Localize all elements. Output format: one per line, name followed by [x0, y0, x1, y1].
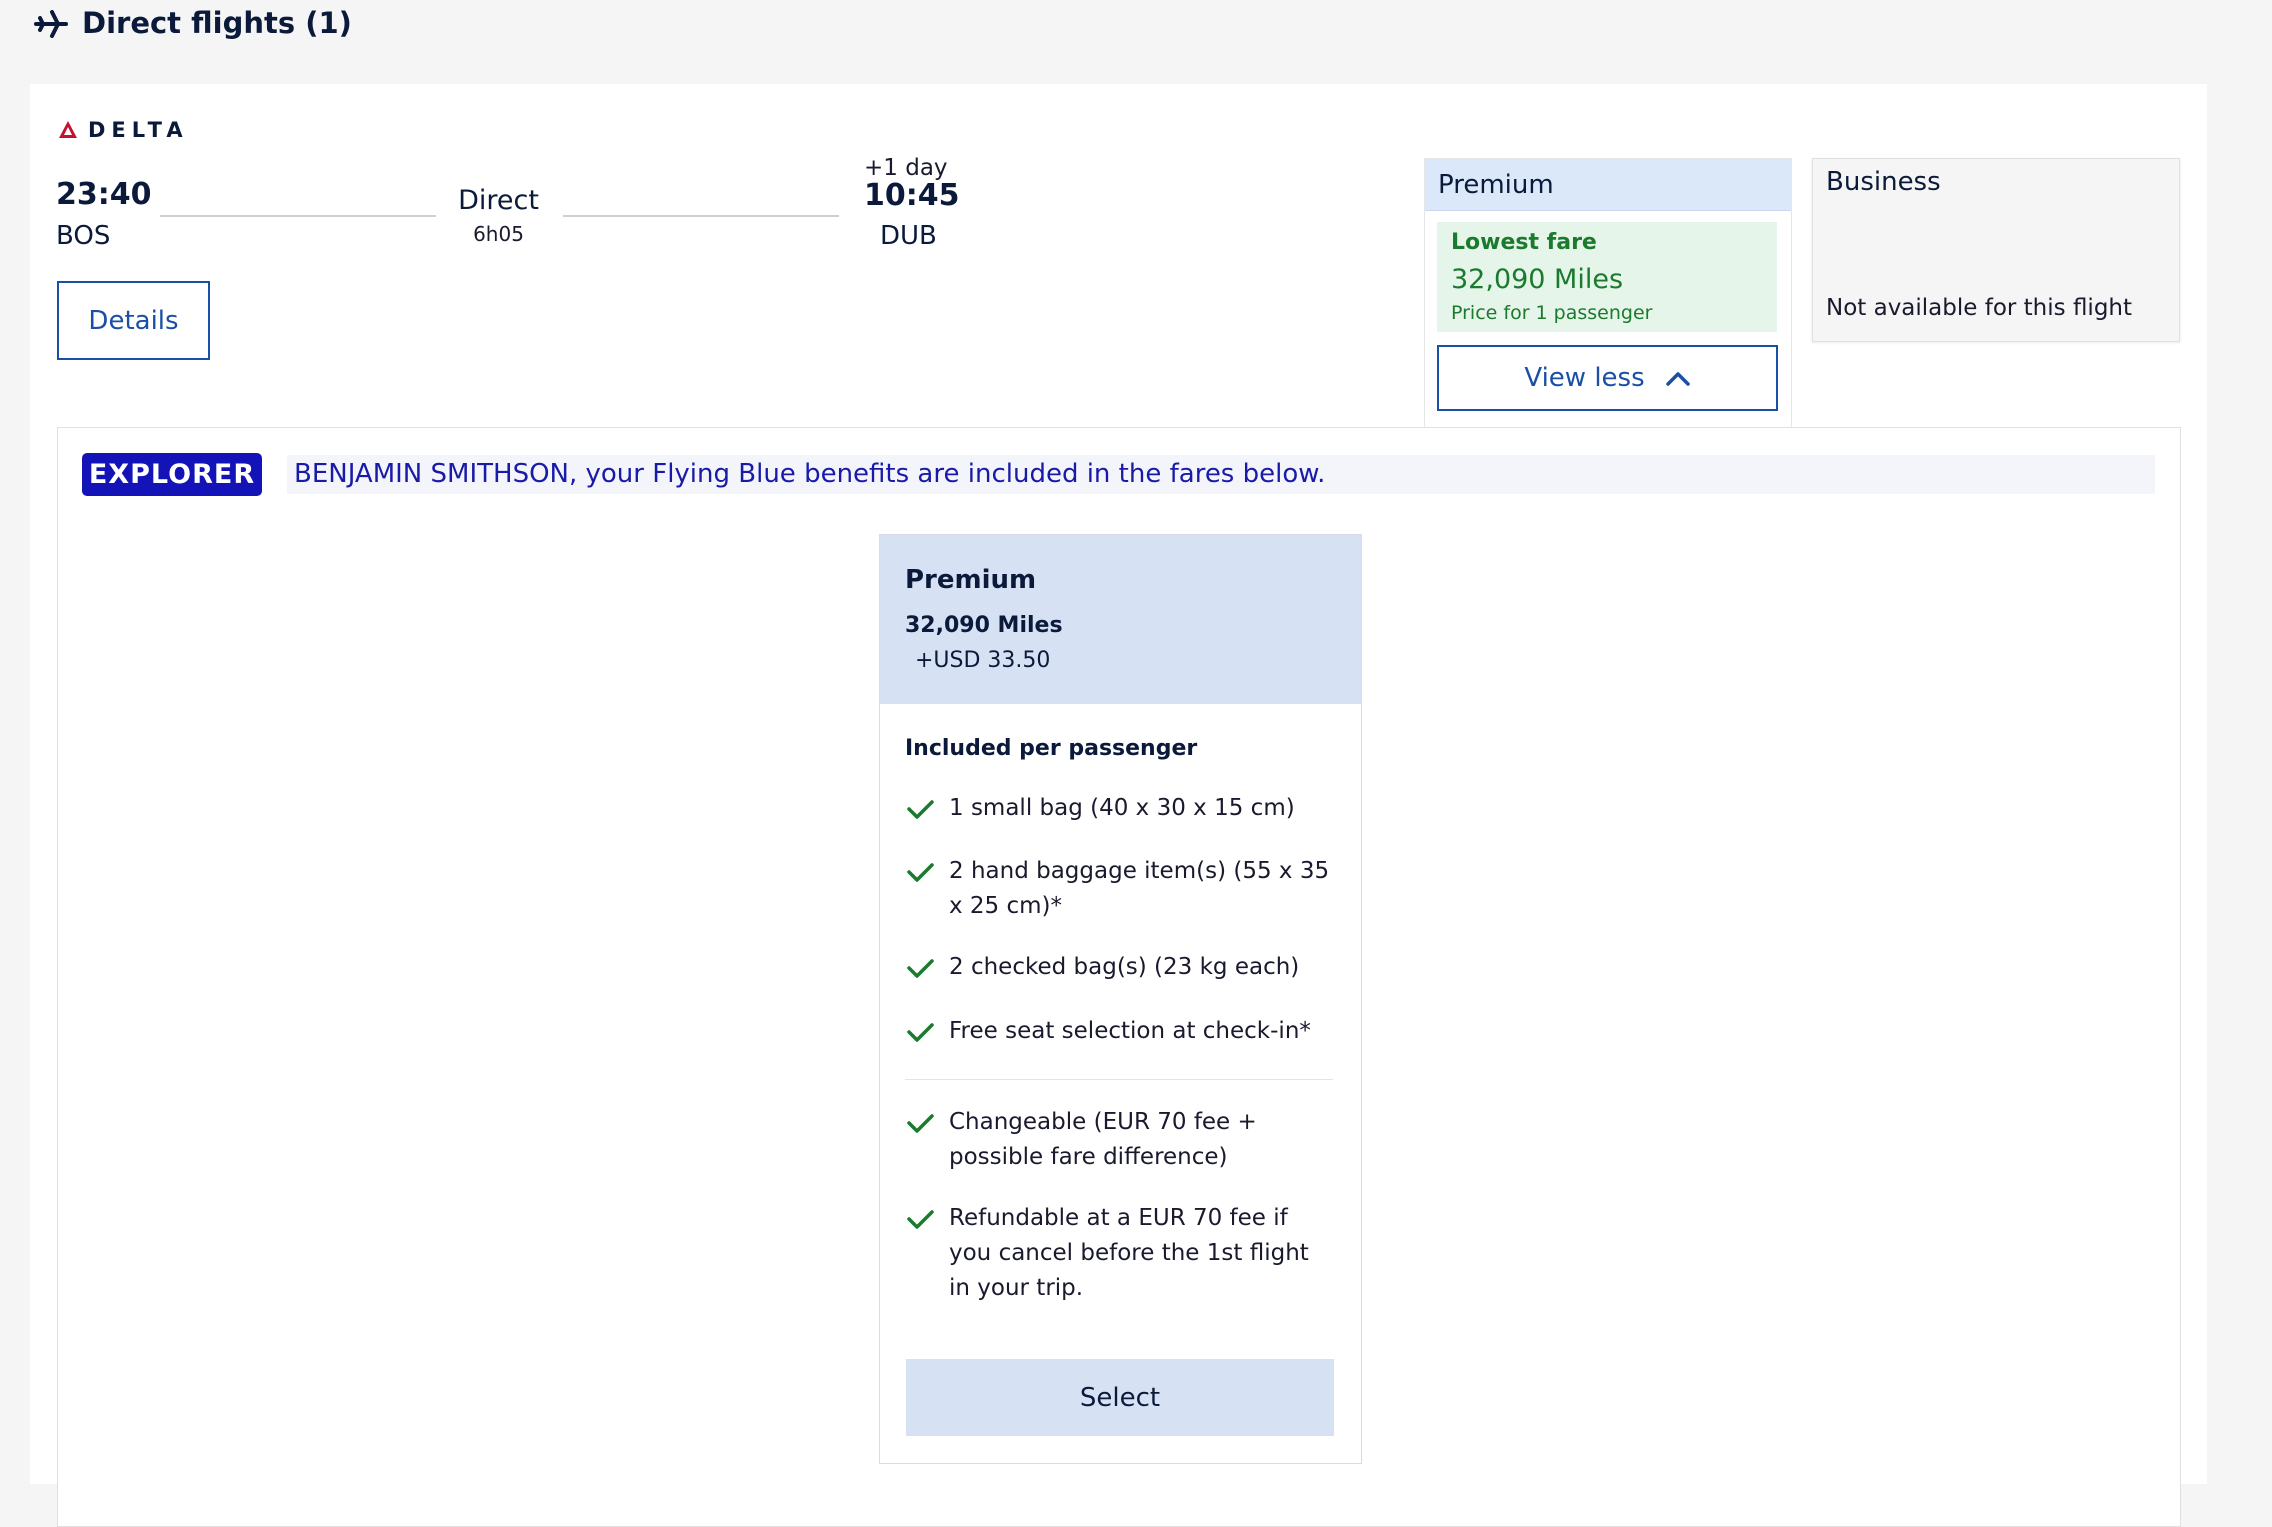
- fare-name: Premium: [905, 565, 1037, 595]
- list-item: 1 small bag (40 x 30 x 15 cm): [905, 791, 1335, 826]
- check-icon: [907, 1210, 934, 1229]
- departure-airport: BOS: [56, 221, 111, 251]
- list-item: 2 hand baggage item(s) (55 x 35 x 25 cm)…: [905, 854, 1335, 924]
- fare-taxes: +USD 33.50: [915, 648, 1051, 673]
- chevron-up-icon: [1665, 372, 1690, 386]
- premium-cabin-label: Premium: [1438, 170, 1554, 200]
- check-icon: [907, 800, 934, 819]
- list-item: Free seat selection at check-in*: [905, 1014, 1335, 1049]
- arrival-time: 10:45: [864, 178, 960, 213]
- list-item: Changeable (EUR 70 fee + possible fare d…: [905, 1105, 1335, 1175]
- business-cabin-label: Business: [1826, 167, 1941, 197]
- details-button[interactable]: Details: [57, 281, 210, 360]
- list-item: 2 checked bag(s) (23 kg each): [905, 950, 1335, 985]
- route-line-left: [160, 215, 436, 217]
- list-item: Refundable at a EUR 70 fee if you cancel…: [905, 1201, 1335, 1306]
- airline-logo: DELTA: [58, 118, 189, 142]
- feature-text: Free seat selection at check-in*: [949, 1018, 1311, 1044]
- route-line-right: [563, 215, 839, 217]
- divider: [905, 1079, 1333, 1080]
- airline-name: DELTA: [88, 118, 189, 142]
- view-less-button[interactable]: View less: [1437, 345, 1778, 411]
- flight-duration: 6h05: [473, 222, 524, 246]
- section-title: Direct flights (1): [82, 6, 352, 40]
- check-icon: [907, 863, 934, 882]
- view-less-label: View less: [1524, 363, 1645, 393]
- benefits-message: BENJAMIN SMITHSON, your Flying Blue bene…: [294, 459, 1326, 489]
- condition-text: Changeable (EUR 70 fee + possible fare d…: [949, 1109, 1257, 1170]
- check-icon: [907, 1114, 934, 1133]
- departure-time: 23:40: [56, 177, 152, 212]
- stops-label: Direct: [458, 185, 539, 216]
- lowest-fare-label: Lowest fare: [1451, 230, 1597, 255]
- feature-text: 1 small bag (40 x 30 x 15 cm): [949, 795, 1295, 821]
- business-unavailable-text: Not available for this flight: [1826, 295, 2133, 321]
- condition-text: Refundable at a EUR 70 fee if you cancel…: [949, 1205, 1309, 1301]
- select-button[interactable]: Select: [906, 1359, 1334, 1436]
- airplane-icon: [34, 10, 68, 38]
- feature-text: 2 hand baggage item(s) (55 x 35 x 25 cm)…: [949, 858, 1330, 919]
- check-icon: [907, 1023, 934, 1042]
- price-note: Price for 1 passenger: [1451, 302, 1653, 324]
- check-icon: [907, 959, 934, 978]
- delta-widget-icon: [59, 121, 77, 138]
- fare-miles: 32,090 Miles: [905, 613, 1063, 638]
- arrival-airport: DUB: [880, 221, 937, 251]
- explorer-badge: EXPLORER: [82, 453, 262, 496]
- premium-price: 32,090 Miles: [1451, 264, 1624, 295]
- included-label: Included per passenger: [905, 736, 1198, 761]
- feature-text: 2 checked bag(s) (23 kg each): [949, 954, 1300, 980]
